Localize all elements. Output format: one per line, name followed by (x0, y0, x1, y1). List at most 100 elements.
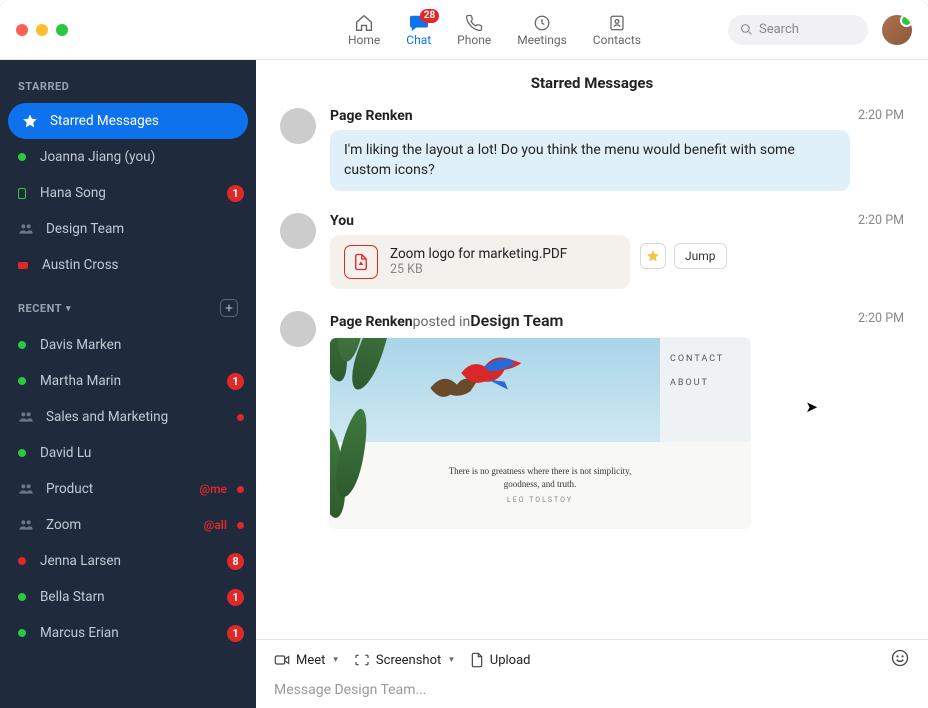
star-filled-icon (646, 249, 660, 263)
clock-icon (531, 13, 553, 33)
phone-icon (463, 13, 485, 33)
sidebar-item-martha-marin[interactable]: Martha Marin 1 (0, 363, 256, 399)
star-toggle-button[interactable] (640, 243, 666, 269)
screenshot-icon (354, 653, 370, 667)
image-preview[interactable]: CONTACT ABOUT There is no greatness wher… (330, 338, 750, 528)
sidebar-item-label: Austin Cross (42, 257, 244, 273)
section-recent-label: RECENT (18, 302, 62, 315)
message-sender: Page Renken (330, 314, 413, 330)
sidebar-item-label: Jenna Larsen (40, 553, 227, 569)
tab-meetings-label: Meetings (517, 33, 567, 47)
tab-contacts[interactable]: Contacts (593, 13, 641, 47)
sidebar-item-hana-song[interactable]: Hana Song 1 (0, 175, 256, 211)
screenshot-label: Screenshot (376, 653, 441, 668)
sidebar-section-recent-header[interactable]: RECENT ▾ (0, 293, 256, 327)
add-channel-button[interactable] (220, 299, 238, 317)
screenshot-button[interactable]: Screenshot ▾ (354, 653, 454, 668)
profile-avatar[interactable] (882, 15, 912, 45)
sidebar-item-label: Martha Marin (40, 373, 227, 389)
meet-button[interactable]: Meet ▾ (274, 653, 338, 668)
sidebar-item-label: Sales and Marketing (46, 409, 231, 425)
file-attachment[interactable]: Zoom logo for marketing.PDF 25 KB (330, 235, 630, 289)
close-window-button[interactable] (16, 24, 28, 36)
avatar[interactable] (280, 213, 316, 249)
tab-phone[interactable]: Phone (457, 13, 491, 47)
unread-badge: 1 (227, 589, 244, 606)
tab-chat[interactable]: 28 Chat (406, 13, 431, 47)
section-starred-label: STARRED (18, 80, 69, 93)
group-icon (18, 517, 34, 533)
tab-chat-label: Chat (406, 33, 431, 47)
posted-in-channel[interactable]: Design Team (470, 311, 563, 330)
mention-badge: @me (199, 482, 227, 496)
sidebar-item-bella-starn[interactable]: Bella Starn 1 (0, 579, 256, 615)
unread-dot (237, 414, 244, 421)
sidebar-item-marcus-erian[interactable]: Marcus Erian 1 (0, 615, 256, 651)
maximize-window-button[interactable] (56, 24, 68, 36)
preview-quote: There is no greatness where there is not… (440, 465, 640, 490)
chevron-down-icon: ▾ (333, 655, 338, 665)
sidebar-item-design-team[interactable]: Design Team (0, 211, 256, 247)
chevron-down-icon: ▾ (66, 304, 71, 314)
search-placeholder: Search (759, 22, 799, 37)
message-item: Page Renken I'm liking the layout a lot!… (280, 108, 904, 191)
file-icon (470, 652, 484, 668)
sidebar-item-jenna-larsen[interactable]: Jenna Larsen 8 (0, 543, 256, 579)
chat-badge: 28 (420, 9, 439, 23)
presence-dnd-icon (18, 262, 28, 269)
presence-indicator (18, 557, 26, 565)
sidebar-section-starred-header[interactable]: STARRED (0, 74, 256, 103)
posted-in-label: posted in (413, 314, 471, 330)
presence-indicator (18, 629, 26, 637)
sidebar-item-joanna-jiang[interactable]: Joanna Jiang (you) (0, 139, 256, 175)
sidebar-item-label: Bella Starn (40, 589, 227, 605)
sidebar-item-product[interactable]: Product @me (0, 471, 256, 507)
tab-home-label: Home (348, 33, 380, 47)
unread-dot (237, 486, 244, 493)
preview-quote-author: LEO TOLSTOY (507, 496, 573, 504)
tab-meetings[interactable]: Meetings (517, 13, 567, 47)
message-input[interactable]: Message Design Team... (274, 678, 910, 698)
unread-badge: 8 (227, 553, 244, 570)
sidebar-item-label: Design Team (46, 221, 244, 237)
sidebar-item-davis-marken[interactable]: Davis Marken (0, 327, 256, 363)
sidebar-item-starred-messages[interactable]: Starred Messages (8, 103, 248, 139)
unread-badge: 1 (227, 185, 244, 202)
message-item: You Zoom logo for marketing.PDF 25 KB (280, 213, 904, 289)
sidebar-item-austin-cross[interactable]: Austin Cross (0, 247, 256, 283)
sidebar-item-label: Marcus Erian (40, 625, 227, 641)
sidebar-item-zoom[interactable]: Zoom @all (0, 507, 256, 543)
star-icon (22, 113, 38, 129)
jump-button[interactable]: Jump (674, 243, 727, 269)
search-icon (740, 23, 753, 36)
sidebar-item-label: David Lu (40, 445, 244, 461)
main-panel: Starred Messages Page Renken I'm liking … (256, 60, 928, 708)
home-icon (353, 13, 375, 33)
avatar[interactable] (280, 311, 316, 347)
sidebar-item-sales-marketing[interactable]: Sales and Marketing (0, 399, 256, 435)
sidebar-item-label: Davis Marken (40, 337, 244, 353)
preview-navlink: ABOUT (670, 378, 750, 388)
sidebar-item-label: Zoom (46, 517, 204, 533)
emoji-button[interactable] (890, 648, 910, 672)
presence-indicator (18, 377, 26, 385)
message-list: Page Renken I'm liking the layout a lot!… (256, 102, 928, 639)
top-nav-tabs: Home 28 Chat Phone Meetings Contacts (348, 13, 641, 47)
parrot-graphic (448, 348, 528, 398)
upload-button[interactable]: Upload (470, 652, 531, 668)
presence-indicator (18, 153, 26, 161)
page-title: Starred Messages (256, 60, 928, 102)
tab-home[interactable]: Home (348, 13, 380, 47)
message-time: 2:20 PM (858, 213, 904, 228)
tab-contacts-label: Contacts (593, 33, 641, 47)
avatar[interactable] (280, 108, 316, 144)
mention-badge: @all (204, 518, 227, 532)
sidebar-item-label: Starred Messages (50, 113, 236, 129)
unread-dot (237, 522, 244, 529)
presence-mobile-icon (18, 188, 26, 199)
group-icon (18, 221, 34, 237)
sidebar-item-david-lu[interactable]: David Lu (0, 435, 256, 471)
presence-indicator (18, 593, 26, 601)
search-input[interactable]: Search (728, 15, 868, 45)
minimize-window-button[interactable] (36, 24, 48, 36)
